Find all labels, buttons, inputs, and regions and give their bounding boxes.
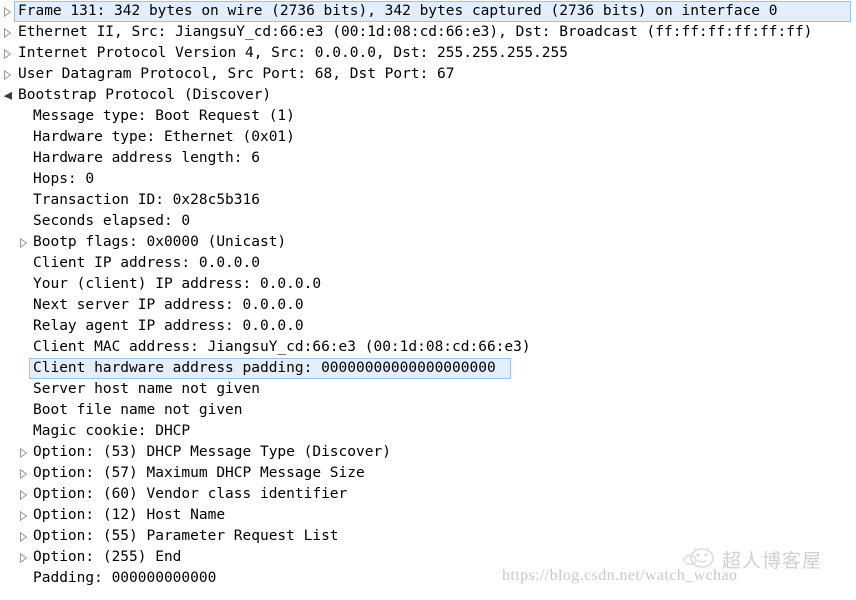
tree-row-label: Next server IP address: 0.0.0.0 [33,297,304,313]
tree-row-label: Option: (60) Vendor class identifier [33,486,348,502]
tree-row-relay-agent-ip-address[interactable]: Relay agent IP address: 0.0.0.0 [0,316,856,337]
tree-row-udp[interactable]: User Datagram Protocol, Src Port: 68, Ds… [0,64,856,85]
tree-row-label: Client MAC address: JiangsuY_cd:66:e3 (0… [33,339,531,355]
tree-row-label: Bootstrap Protocol (Discover) [18,87,272,103]
tree-row-label: Option: (53) DHCP Message Type (Discover… [33,444,391,460]
tree-row-boot-file-name[interactable]: Boot file name not given [0,400,856,421]
tree-row-label: Relay agent IP address: 0.0.0.0 [33,318,304,334]
tree-row-bootp-flags[interactable]: Bootp flags: 0x0000 (Unicast) [0,232,856,253]
tree-row-option-255[interactable]: Option: (255) End [0,547,856,568]
tree-row-ipv4[interactable]: Internet Protocol Version 4, Src: 0.0.0.… [0,43,856,64]
packet-details-pane[interactable]: Frame 131: 342 bytes on wire (2736 bits)… [0,0,856,600]
tree-row-label: Option: (12) Host Name [33,507,226,523]
tree-row-frame[interactable]: Frame 131: 342 bytes on wire (2736 bits)… [0,1,856,22]
tree-row-option-57[interactable]: Option: (57) Maximum DHCP Message Size [0,463,856,484]
tree-row-seconds-elapsed[interactable]: Seconds elapsed: 0 [0,211,856,232]
tree-row-option-60[interactable]: Option: (60) Vendor class identifier [0,484,856,505]
packet-detail-tree[interactable]: Frame 131: 342 bytes on wire (2736 bits)… [0,0,856,589]
tree-row-label: Client IP address: 0.0.0.0 [33,255,260,271]
tree-row-option-55[interactable]: Option: (55) Parameter Request List [0,526,856,547]
tree-row-client-ip-address[interactable]: Client IP address: 0.0.0.0 [0,253,856,274]
tree-row-option-12[interactable]: Option: (12) Host Name [0,505,856,526]
tree-row-label: Transaction ID: 0x28c5b316 [33,192,260,208]
tree-row-magic-cookie[interactable]: Magic cookie: DHCP [0,421,856,442]
tree-row-label: Hardware address length: 6 [33,150,260,166]
tree-row-label: Client hardware address padding: 0000000… [33,360,496,376]
tree-row-your-client-ip-address[interactable]: Your (client) IP address: 0.0.0.0 [0,274,856,295]
tree-row-hardware-type[interactable]: Hardware type: Ethernet (0x01) [0,127,856,148]
tree-row-ethernet[interactable]: Ethernet II, Src: JiangsuY_cd:66:e3 (00:… [0,22,856,43]
tree-row-label: Padding: 000000000000 [33,570,217,586]
tree-row-label: Option: (57) Maximum DHCP Message Size [33,465,365,481]
tree-row-label: Hops: 0 [33,171,95,187]
tree-row-hardware-address-length[interactable]: Hardware address length: 6 [0,148,856,169]
tree-row-bootp[interactable]: Bootstrap Protocol (Discover) [0,85,856,106]
tree-row-hops[interactable]: Hops: 0 [0,169,856,190]
tree-row-label: Internet Protocol Version 4, Src: 0.0.0.… [18,45,568,61]
tree-row-label: Boot file name not given [33,402,243,418]
tree-row-label: User Datagram Protocol, Src Port: 68, Ds… [18,66,455,82]
tree-row-label: Seconds elapsed: 0 [33,213,191,229]
tree-row-option-53[interactable]: Option: (53) DHCP Message Type (Discover… [0,442,856,463]
tree-row-label: Message type: Boot Request (1) [33,108,295,124]
tree-row-padding[interactable]: Padding: 000000000000 [0,568,856,589]
tree-row-label: Option: (255) End [33,549,182,565]
tree-row-label: Bootp flags: 0x0000 (Unicast) [33,234,287,250]
tree-row-client-mac-address[interactable]: Client MAC address: JiangsuY_cd:66:e3 (0… [0,337,856,358]
tree-row-server-host-name[interactable]: Server host name not given [0,379,856,400]
tree-row-label: Your (client) IP address: 0.0.0.0 [33,276,322,292]
tree-row-next-server-ip-address[interactable]: Next server IP address: 0.0.0.0 [0,295,856,316]
tree-row-label: Magic cookie: DHCP [33,423,191,439]
tree-row-client-hardware-address-padding[interactable]: Client hardware address padding: 0000000… [0,358,856,379]
tree-row-label: Frame 131: 342 bytes on wire (2736 bits)… [18,3,778,19]
tree-row-label: Option: (55) Parameter Request List [33,528,339,544]
tree-row-message-type[interactable]: Message type: Boot Request (1) [0,106,856,127]
tree-row-label: Hardware type: Ethernet (0x01) [33,129,295,145]
tree-row-label: Server host name not given [33,381,260,397]
tree-row-transaction-id[interactable]: Transaction ID: 0x28c5b316 [0,190,856,211]
tree-row-label: Ethernet II, Src: JiangsuY_cd:66:e3 (00:… [18,24,813,40]
